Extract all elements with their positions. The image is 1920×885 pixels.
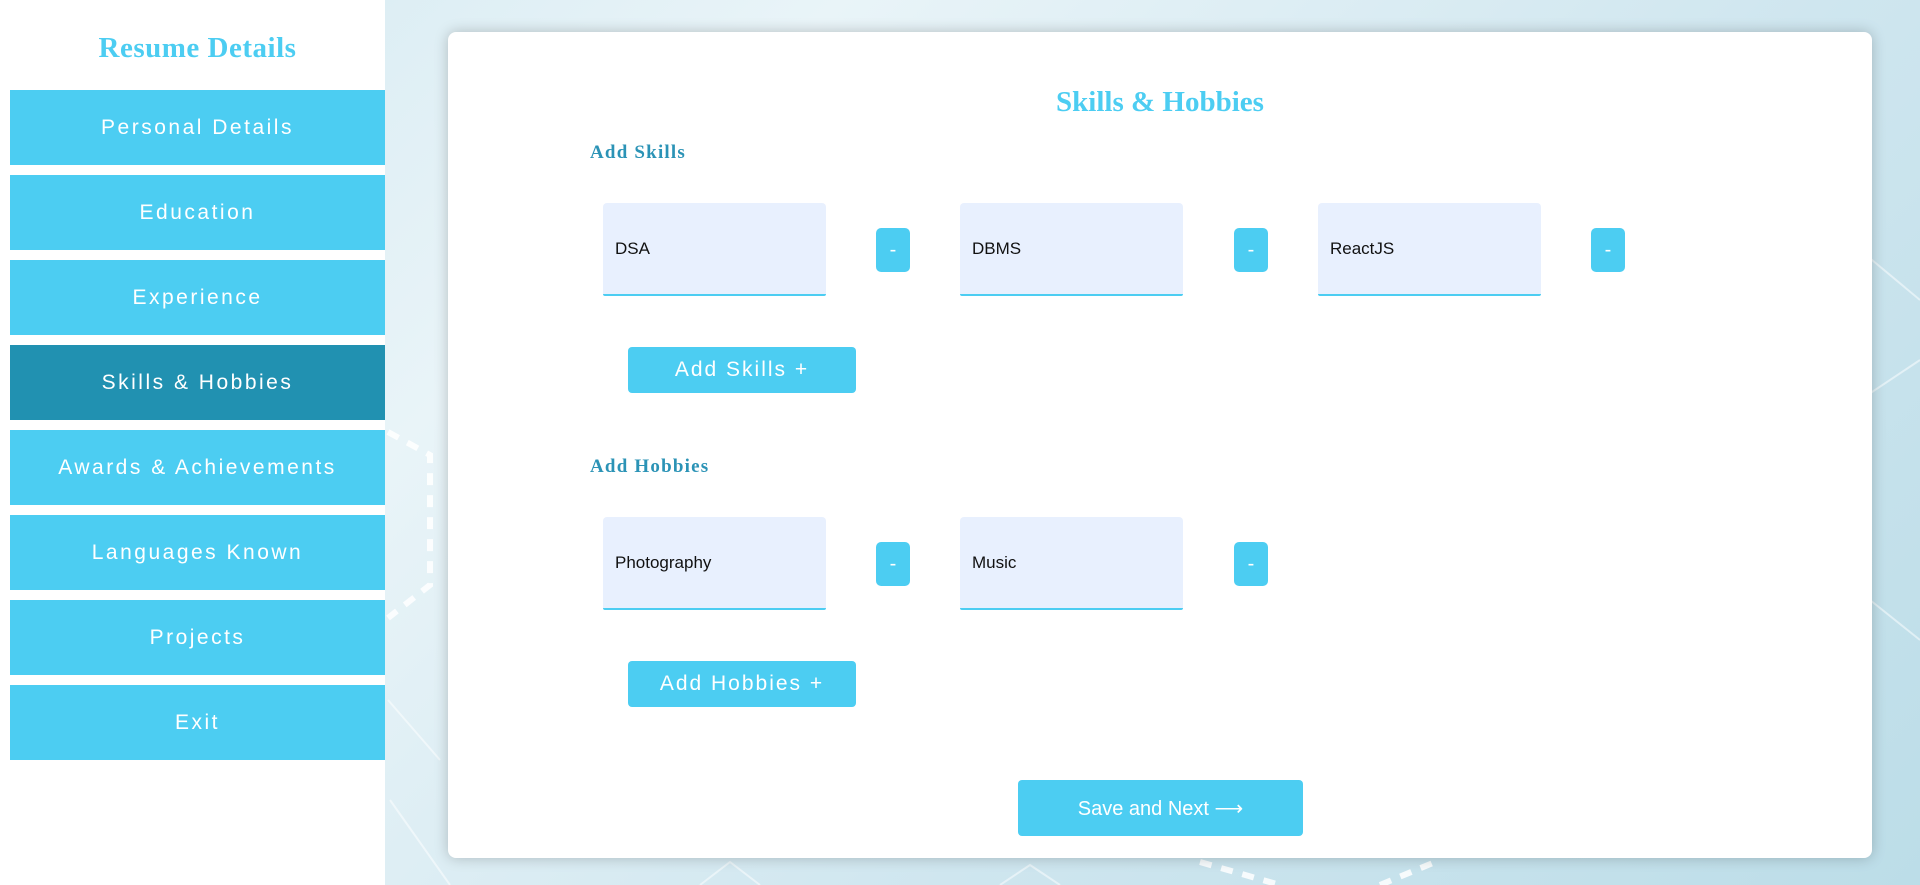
remove-skill-3-button[interactable]: - (1591, 228, 1625, 272)
page-title: Skills & Hobbies (1056, 86, 1264, 118)
sidebar-item-education[interactable]: Education (10, 175, 385, 250)
sidebar-item-languages-known[interactable]: Languages Known (10, 515, 385, 590)
skill-input-2[interactable] (960, 203, 1183, 296)
save-and-next-button[interactable]: Save and Next ⟶ (1018, 780, 1303, 836)
skill-input-3[interactable] (1318, 203, 1541, 296)
skills-hobbies-card: Skills & Hobbies Add Skills - - - Add Sk… (448, 32, 1872, 858)
skill-input-1[interactable] (603, 203, 826, 296)
sidebar-item-projects[interactable]: Projects (10, 600, 385, 675)
remove-skill-1-button[interactable]: - (876, 228, 910, 272)
add-skills-button[interactable]: Add Skills + (628, 347, 856, 393)
add-hobbies-button[interactable]: Add Hobbies + (628, 661, 856, 707)
sidebar-item-skills-hobbies[interactable]: Skills & Hobbies (10, 345, 385, 420)
add-skills-heading: Add Skills (590, 142, 686, 163)
remove-skill-2-button[interactable]: - (1234, 228, 1268, 272)
sidebar-item-personal-details[interactable]: Personal Details (10, 90, 385, 165)
sidebar-title: Resume Details (98, 32, 297, 64)
add-hobbies-heading: Add Hobbies (590, 456, 710, 477)
remove-hobby-2-button[interactable]: - (1234, 542, 1268, 586)
hobby-input-2[interactable] (960, 517, 1183, 610)
sidebar-item-awards-achievements[interactable]: Awards & Achievements (10, 430, 385, 505)
sidebar-item-exit[interactable]: Exit (10, 685, 385, 760)
sidebar: Resume Details Personal Details Educatio… (0, 0, 385, 885)
sidebar-item-experience[interactable]: Experience (10, 260, 385, 335)
remove-hobby-1-button[interactable]: - (876, 542, 910, 586)
hobby-input-1[interactable] (603, 517, 826, 610)
